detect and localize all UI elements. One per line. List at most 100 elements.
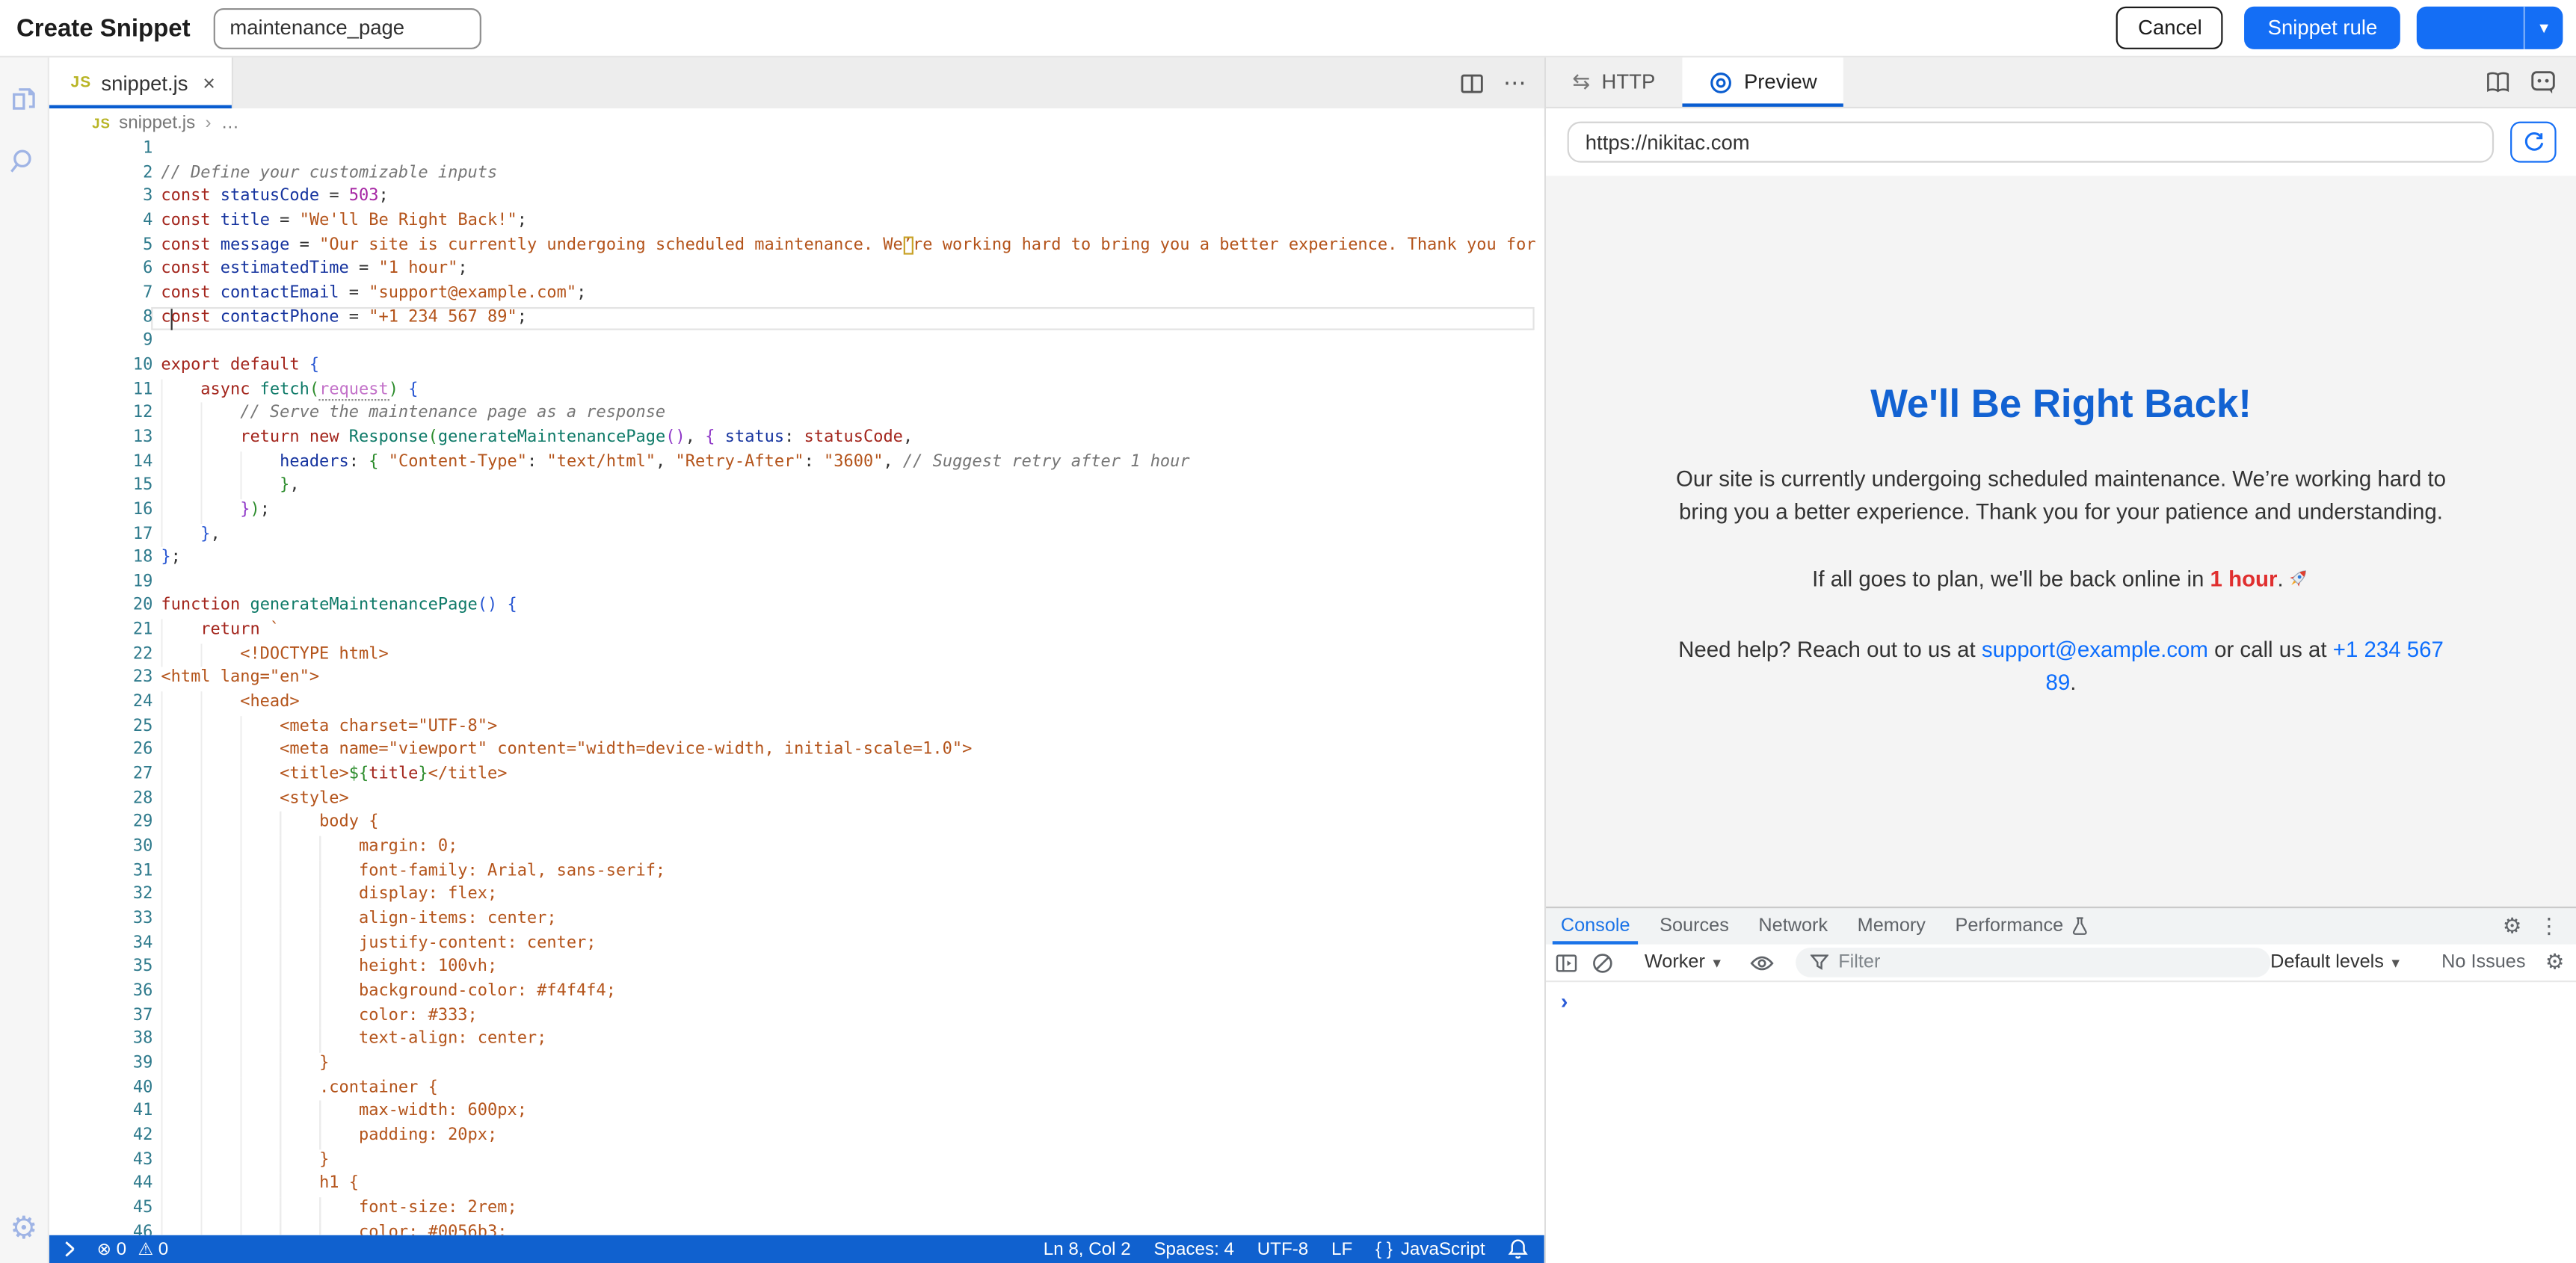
console-settings-icon[interactable]: ⚙ (2545, 950, 2565, 975)
indentation-setting[interactable]: Spaces: 4 (1153, 1239, 1234, 1259)
problems-indicator[interactable]: ⊗ 0 ⚠ 0 (97, 1239, 169, 1259)
console-context-selector[interactable]: Worker ▼ (1645, 953, 1723, 972)
deploy-dropdown-button[interactable]: ▼ (2524, 7, 2563, 49)
code-line-9: 9 (49, 330, 1544, 354)
page-title: Create Snippet (16, 14, 191, 42)
devtools-menu-icon[interactable]: ⋮ (2538, 908, 2560, 944)
tab-label: snippet.js (101, 72, 188, 95)
split-editor-icon[interactable] (1461, 73, 1484, 93)
remote-indicator-icon[interactable] (59, 1238, 81, 1260)
notifications-bell-icon[interactable] (1508, 1238, 1527, 1260)
code-line-26: 26<meta name="viewport" content="width=d… (49, 740, 1544, 764)
line-number: 45 (49, 1197, 152, 1221)
line-number: 23 (49, 667, 152, 691)
line-number: 12 (49, 403, 152, 427)
search-icon[interactable] (6, 143, 42, 179)
devtools-tab-network[interactable]: Network (1744, 908, 1843, 944)
devtools-tab-console[interactable]: Console (1546, 908, 1645, 944)
preview-url-input[interactable] (1568, 122, 2495, 163)
discord-chat-icon[interactable] (2530, 69, 2556, 95)
language-mode[interactable]: { } JavaScript (1375, 1239, 1485, 1259)
more-actions-icon[interactable]: ⋯ (1503, 69, 1528, 96)
deploy-split-button: Deploy ▼ (2417, 7, 2563, 49)
code-line-29: 29body { (49, 812, 1544, 836)
preview-eye-icon (1708, 70, 1733, 94)
line-number: 40 (49, 1077, 152, 1101)
code-line-23: 23<html lang="en"> (49, 667, 1544, 691)
code-line-32: 32display: flex; (49, 884, 1544, 908)
tab-http[interactable]: ⇆ HTTP (1546, 58, 1681, 107)
console-prompt[interactable]: › (1561, 989, 1568, 1013)
code-line-17: 17}, (49, 523, 1544, 547)
code-line-39: 39} (49, 1053, 1544, 1077)
code-line-4: 4const title = "We'll Be Right Back!"; (49, 210, 1544, 234)
devtools-tab-memory[interactable]: Memory (1843, 908, 1941, 944)
line-number: 17 (49, 523, 152, 547)
support-email-link[interactable]: support@example.com (1982, 637, 2208, 662)
breadcrumb[interactable]: JS snippet.js › … (49, 108, 1544, 136)
issues-counter[interactable]: No Issues (2441, 953, 2525, 972)
line-number: 44 (49, 1173, 152, 1197)
experiment-flask-icon (2071, 916, 2088, 936)
close-tab-icon[interactable]: × (203, 72, 215, 94)
code-line-15: 15}, (49, 475, 1544, 499)
preview-url-row (1546, 108, 2576, 176)
settings-gear-icon[interactable]: ⚙ (6, 1211, 42, 1247)
error-icon: ⊗ (97, 1239, 111, 1259)
code-line-13: 13return new Response(generateMaintenanc… (49, 427, 1544, 451)
console-filter-input[interactable]: Filter (1796, 948, 2270, 978)
cursor-position[interactable]: Ln 8, Col 2 (1044, 1239, 1131, 1259)
line-number: 21 (49, 620, 152, 643)
devtools-tab-performance[interactable]: Performance (1941, 908, 2103, 944)
maintenance-contact-line: Need help? Reach out to us at support@ex… (1668, 634, 2454, 700)
clear-console-icon[interactable] (1592, 952, 1614, 974)
line-number: 25 (49, 716, 152, 740)
deploy-button[interactable]: Deploy (2417, 7, 2524, 49)
console-output[interactable]: › (1546, 982, 2576, 1263)
line-number: 46 (49, 1221, 152, 1235)
code-line-7: 7const contactEmail = "support@example.c… (49, 282, 1544, 306)
encoding-setting[interactable]: UTF-8 (1257, 1239, 1309, 1259)
error-count: 0 (117, 1239, 126, 1259)
chevron-right-icon: › (205, 113, 211, 132)
code-line-43: 43} (49, 1149, 1544, 1173)
snippet-rule-button[interactable]: Snippet rule (2245, 7, 2400, 49)
code-line-41: 41max-width: 600px; (49, 1101, 1544, 1125)
line-number: 16 (49, 499, 152, 523)
line-number: 14 (49, 451, 152, 475)
code-line-25: 25<meta charset="UTF-8"> (49, 716, 1544, 740)
maintenance-heading: We'll Be Right Back! (1668, 382, 2454, 428)
chevron-down-icon: ▼ (2389, 956, 2402, 971)
log-levels-selector[interactable]: Default levels ▼ (2270, 953, 2402, 972)
line-number: 2 (49, 162, 152, 186)
tab-preview[interactable]: Preview (1681, 58, 1843, 107)
console-sidebar-icon[interactable] (1556, 954, 1577, 972)
create-snippet-page: Create Snippet Cancel Snippet rule Deplo… (0, 0, 2576, 1263)
line-number: 31 (49, 860, 152, 884)
line-number: 39 (49, 1053, 152, 1077)
devtools-settings-icon[interactable]: ⚙ (2503, 908, 2522, 944)
cancel-button[interactable]: Cancel (2117, 7, 2224, 49)
reload-icon (2523, 132, 2545, 153)
line-number: 20 (49, 596, 152, 620)
devtools-tab-sources[interactable]: Sources (1645, 908, 1743, 944)
docs-book-icon[interactable] (2484, 70, 2512, 94)
code-line-37: 37color: #333; (49, 1004, 1544, 1028)
code-line-10: 10export default { (49, 354, 1544, 378)
tab-snippet-js[interactable]: JS snippet.js × (49, 58, 233, 108)
language-label: JavaScript (1401, 1239, 1485, 1259)
code-editor[interactable]: 12// Define your customizable inputs3con… (49, 136, 1544, 1235)
line-number: 27 (49, 764, 152, 788)
line-number: 33 (49, 908, 152, 932)
files-icon[interactable] (6, 81, 42, 117)
eol-setting[interactable]: LF (1331, 1239, 1352, 1259)
line-number: 4 (49, 210, 152, 234)
reload-button[interactable] (2510, 122, 2557, 163)
line-number: 1 (49, 138, 152, 162)
breadcrumb-file: snippet.js (119, 113, 195, 132)
line-number: 42 (49, 1125, 152, 1149)
code-line-42: 42padding: 20px; (49, 1125, 1544, 1149)
snippet-name-input[interactable] (213, 7, 481, 49)
code-line-33: 33align-items: center; (49, 908, 1544, 932)
live-expression-eye-icon[interactable] (1750, 954, 1775, 972)
